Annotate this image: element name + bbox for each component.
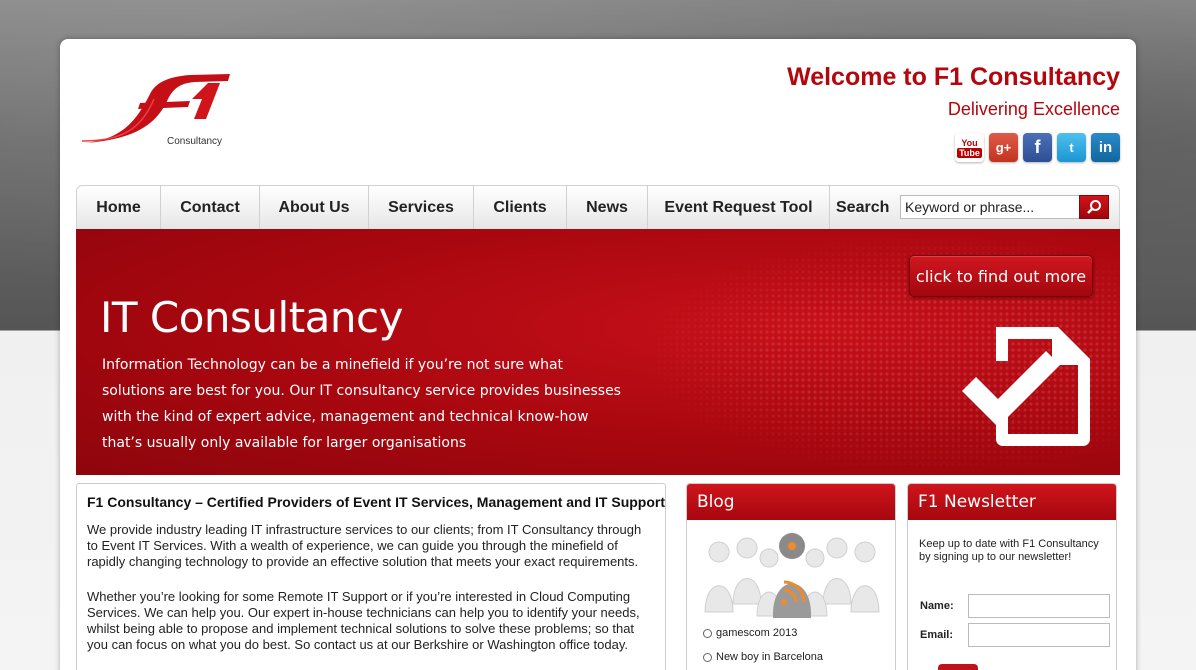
find-out-more-button[interactable]: click to find out more — [909, 255, 1093, 297]
banner-text: Information Technology can be a minefiel… — [102, 357, 621, 451]
nav-home[interactable]: Home — [77, 186, 161, 229]
email-field[interactable] — [968, 623, 1110, 647]
intro-heading: F1 Consultancy – Certified Providers of … — [87, 494, 666, 510]
search-icon — [1087, 200, 1101, 214]
main-nav: Home Contact About Us Services Clients N… — [76, 185, 1120, 229]
banner-title: IT Consultancy — [100, 293, 403, 342]
nav-clients[interactable]: Clients — [474, 186, 567, 229]
search-label: Search — [836, 198, 890, 216]
logo-subtitle: Consultancy — [167, 136, 223, 147]
facebook-icon[interactable]: f — [1023, 133, 1052, 162]
nav-event-request-tool[interactable]: Event Request Tool — [648, 186, 830, 229]
nav-about-us[interactable]: About Us — [260, 186, 369, 229]
blog-list: gamescom 2013 New boy in Barcelona — [703, 627, 823, 670]
page-container: Consultancy Welcome to F1 Consultancy De… — [60, 39, 1136, 670]
googleplus-icon[interactable]: g+ — [989, 133, 1018, 162]
name-label: Name: — [920, 600, 954, 612]
youtube-icon[interactable]: You Tube — [955, 133, 984, 162]
newsletter-title: F1 Newsletter — [908, 484, 1116, 520]
email-row: Email: — [920, 623, 1110, 647]
twitter-icon[interactable]: t — [1057, 133, 1086, 162]
newsletter-box: F1 Newsletter Keep up to date with F1 Co… — [907, 483, 1117, 670]
document-check-icon — [962, 327, 1090, 446]
search-button[interactable] — [1079, 195, 1109, 219]
subscribe-button[interactable] — [938, 664, 978, 670]
magnifier-icon — [703, 652, 712, 662]
nav-news[interactable]: News — [567, 186, 648, 229]
list-item[interactable]: New boy in Barcelona — [703, 651, 823, 663]
name-field[interactable] — [968, 594, 1110, 618]
intro-panel: F1 Consultancy – Certified Providers of … — [76, 483, 666, 670]
rss-figures-image — [704, 533, 880, 618]
intro-paragraph-1: We provide industry leading IT infrastru… — [87, 522, 642, 569]
blog-box: Blog gamescom 2013 New boy in Barcelona — [686, 483, 896, 670]
hero-banner: IT Consultancy Information Technology ca… — [76, 229, 1120, 475]
intro-paragraph-2: Whether you’re looking for some Remote I… — [87, 589, 640, 652]
nav-services[interactable]: Services — [369, 186, 474, 229]
social-links: You Tube g+ f t in — [955, 133, 1120, 162]
nav-contact[interactable]: Contact — [161, 186, 260, 229]
blog-title[interactable]: Blog — [687, 484, 895, 520]
welcome-heading: Welcome to F1 Consultancy — [787, 63, 1120, 91]
tagline: Delivering Excellence — [947, 99, 1120, 119]
email-label: Email: — [920, 629, 954, 641]
search-input[interactable] — [900, 195, 1080, 219]
list-item[interactable]: gamescom 2013 — [703, 627, 823, 639]
linkedin-icon[interactable]: in — [1091, 133, 1120, 162]
name-row: Name: — [920, 594, 1110, 618]
newsletter-text: Keep up to date with F1 Consultancy by s… — [919, 538, 1099, 563]
magnifier-icon — [703, 628, 712, 638]
